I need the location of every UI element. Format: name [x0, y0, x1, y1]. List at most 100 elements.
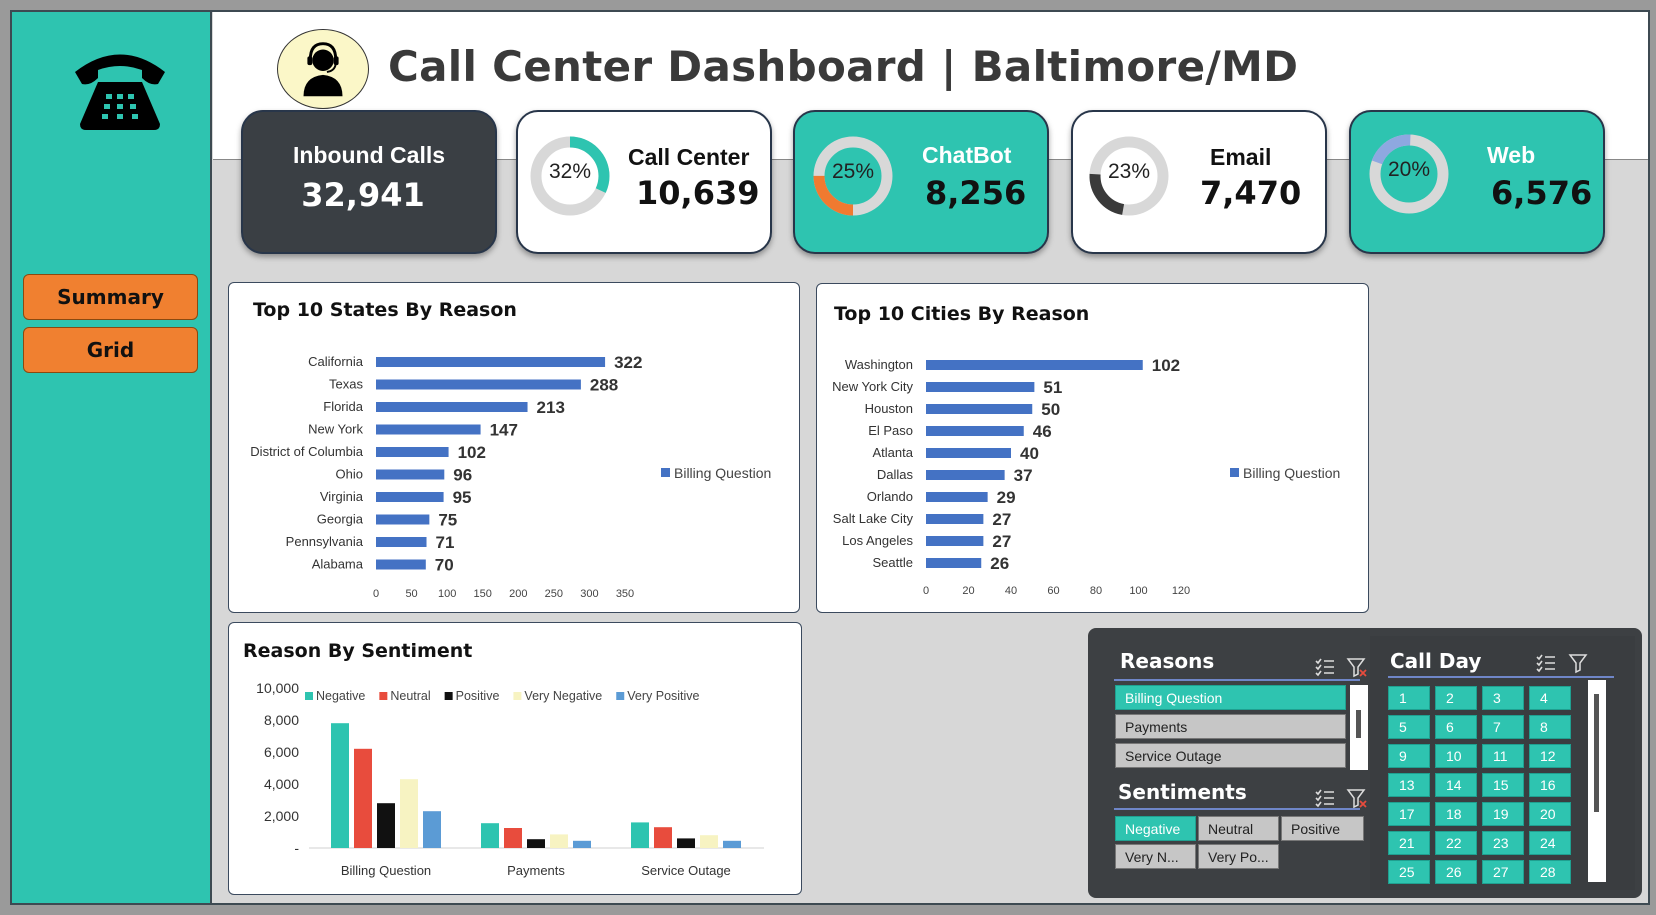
tick-label: 350: [616, 588, 634, 600]
data-label: 322: [614, 353, 642, 372]
tick-label: 200: [509, 588, 527, 600]
category-label: Seattle: [873, 555, 913, 570]
call-day-25[interactable]: 25: [1388, 860, 1430, 884]
call-day-23[interactable]: 23: [1482, 831, 1524, 855]
divider: [1114, 808, 1360, 810]
slicer-item-service-outage[interactable]: Service Outage: [1115, 743, 1346, 768]
multi-select-icon[interactable]: [1314, 656, 1336, 678]
call-day-11[interactable]: 11: [1482, 744, 1524, 768]
category-label: El Paso: [868, 423, 913, 438]
bar: [926, 514, 984, 524]
bar: [376, 379, 581, 390]
data-label: 29: [997, 488, 1016, 507]
call-day-28[interactable]: 28: [1529, 860, 1571, 884]
call-day-16[interactable]: 16: [1529, 773, 1571, 797]
reasons-scrollbar[interactable]: [1350, 685, 1368, 770]
bar: [926, 382, 1035, 392]
tick-label: 300: [580, 588, 598, 600]
call-day-14[interactable]: 14: [1435, 773, 1477, 797]
call-day-12[interactable]: 12: [1529, 744, 1571, 768]
slicer-item-payments[interactable]: Payments: [1115, 714, 1346, 739]
data-label: 102: [1152, 356, 1180, 375]
call-day-2[interactable]: 2: [1435, 686, 1477, 710]
reasons-slicer-title: Reasons: [1120, 649, 1215, 673]
data-label: 70: [435, 556, 454, 575]
clear-filter-icon[interactable]: [1568, 652, 1590, 674]
call-day-15[interactable]: 15: [1482, 773, 1524, 797]
call-day-19[interactable]: 19: [1482, 802, 1524, 826]
call-day-10[interactable]: 10: [1435, 744, 1477, 768]
call-day-5[interactable]: 5: [1388, 715, 1430, 739]
column-bar: [631, 822, 649, 848]
data-label: 40: [1020, 444, 1039, 463]
tick-label: 20: [962, 585, 974, 597]
clear-filter-icon[interactable]: [1346, 656, 1368, 678]
call-day-24[interactable]: 24: [1529, 831, 1571, 855]
column-bar: [550, 834, 568, 848]
call-day-13[interactable]: 13: [1388, 773, 1430, 797]
tick-label: 4,000: [264, 776, 299, 792]
kpi-label: Web: [1487, 142, 1536, 168]
call-day-21[interactable]: 21: [1388, 831, 1430, 855]
sentiment-column-chart: - 2,000 4,000 6,000 8,000 10,000 Billing Quest…: [256, 680, 764, 878]
call-day-4[interactable]: 4: [1529, 686, 1571, 710]
legend-label: Negative: [316, 689, 365, 703]
multi-select-icon[interactable]: [1535, 652, 1557, 674]
call-day-6[interactable]: 6: [1435, 715, 1477, 739]
category-label: Service Outage: [641, 863, 731, 878]
call-day-3[interactable]: 3: [1482, 686, 1524, 710]
call-day-27[interactable]: 27: [1482, 860, 1524, 884]
data-label: 213: [537, 398, 565, 417]
bar: [376, 402, 528, 412]
category-label: Los Angeles: [842, 533, 913, 548]
bar: [926, 558, 982, 568]
call-day-9[interactable]: 9: [1388, 744, 1430, 768]
column-bar: [654, 827, 672, 848]
column-bar: [527, 839, 545, 848]
category-label: District of Columbia: [250, 444, 363, 459]
sentiment-very-negative[interactable]: Very N...: [1115, 844, 1196, 869]
call-day-slicer-title: Call Day: [1390, 649, 1482, 673]
category-label: Atlanta: [873, 445, 914, 460]
kpi-label: Call Center: [628, 144, 750, 170]
sentiment-very-positive[interactable]: Very Po...: [1198, 844, 1279, 869]
bar: [376, 469, 445, 480]
clear-filter-icon[interactable]: [1346, 787, 1368, 809]
call-day-20[interactable]: 20: [1529, 802, 1571, 826]
grid-button[interactable]: Grid: [23, 327, 198, 373]
kpi-chatbot: 25% ChatBot 8,256: [793, 110, 1049, 254]
call-day-18[interactable]: 18: [1435, 802, 1477, 826]
column-bar: [700, 835, 718, 848]
data-label: 102: [458, 443, 486, 462]
slicer-item-billing-question[interactable]: Billing Question: [1115, 685, 1346, 710]
bar: [376, 514, 430, 525]
multi-select-icon[interactable]: [1314, 787, 1336, 809]
call-day-7[interactable]: 7: [1482, 715, 1524, 739]
slicer-panel: Reasons Billing Question Payments Servic…: [1088, 628, 1642, 898]
legend-label: Billing Question: [674, 465, 771, 481]
tick-label: 60: [1047, 585, 1059, 597]
legend-label: Billing Question: [1243, 465, 1340, 481]
sentiment-neutral[interactable]: Neutral: [1198, 816, 1279, 841]
call-day-22[interactable]: 22: [1435, 831, 1477, 855]
tick-label: 6,000: [264, 744, 299, 760]
agent-avatar-icon: [277, 29, 369, 109]
call-day-1[interactable]: 1: [1388, 686, 1430, 710]
tick-label: 40: [1005, 585, 1017, 597]
legend-label: Very Positive: [627, 689, 699, 703]
call-day-17[interactable]: 17: [1388, 802, 1430, 826]
legend-label: Very Negative: [524, 689, 602, 703]
category-label: Orlando: [867, 489, 913, 504]
sentiment-positive[interactable]: Positive: [1281, 816, 1364, 841]
summary-button[interactable]: Summary: [23, 274, 198, 320]
legend-swatch: [1230, 468, 1239, 477]
category-label: Washington: [845, 357, 913, 372]
category-label: New York: [308, 422, 363, 437]
sentiment-negative[interactable]: Negative: [1115, 816, 1196, 841]
call-day-scrollbar[interactable]: [1588, 680, 1606, 882]
call-day-8[interactable]: 8: [1529, 715, 1571, 739]
tick-label: 10,000: [256, 680, 299, 696]
call-day-26[interactable]: 26: [1435, 860, 1477, 884]
category-label: Dallas: [877, 467, 914, 482]
bar: [376, 357, 606, 367]
